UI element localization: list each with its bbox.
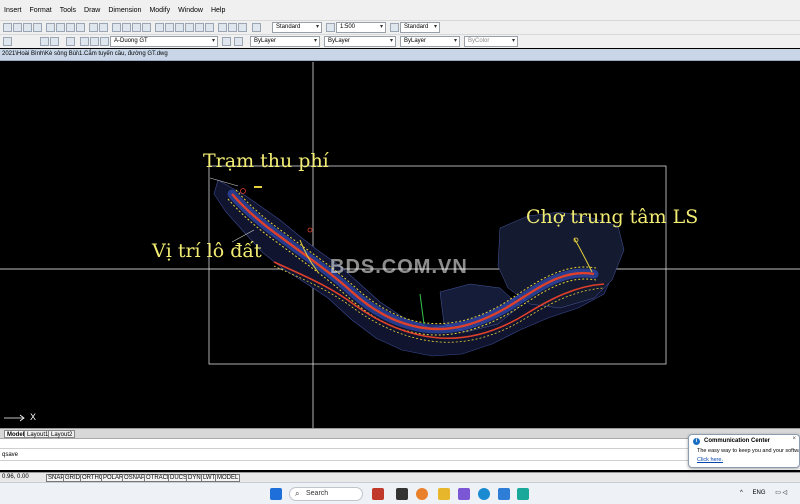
copy-icon[interactable] <box>56 23 65 32</box>
color-select[interactable]: ByLayer <box>250 36 320 47</box>
new-icon[interactable] <box>3 23 12 32</box>
status-bar: 0.96, 0.00 SNAP GRID ORTHO POLAR OSNAP O… <box>0 472 800 482</box>
dimension-style-icon[interactable] <box>326 23 335 32</box>
coordinate-readout: 0.96, 0.00 <box>2 474 29 480</box>
edge-icon[interactable] <box>478 488 490 500</box>
tool-palettes-icon[interactable] <box>175 23 184 32</box>
markup-icon[interactable] <box>195 23 204 32</box>
lineweight-select[interactable]: ByLayer <box>400 36 460 47</box>
menu-bar: Insert Format Tools Draw Dimension Modif… <box>0 0 800 20</box>
store-icon[interactable] <box>498 488 510 500</box>
layer-make-current-icon[interactable] <box>222 37 231 46</box>
help-icon[interactable] <box>218 23 227 32</box>
network-icon[interactable]: ▭ <box>775 490 781 496</box>
layer-select[interactable]: A-Duong GT <box>110 36 218 47</box>
drawing-file-path: 2021\Hoài Bình\Kè sông Bùi\1.Cắm tuyến c… <box>2 51 168 57</box>
menu-window[interactable]: Window <box>178 7 203 14</box>
menu-tools[interactable]: Tools <box>60 7 76 14</box>
undo-icon[interactable] <box>89 23 98 32</box>
drawing-title-bar: 2021\Hoài Bình\Kè sông Bùi\1.Cắm tuyến c… <box>0 49 800 61</box>
tab-layout2[interactable]: Layout2 <box>48 430 76 438</box>
command-input-line <box>0 460 800 461</box>
chrome-icon[interactable] <box>416 488 428 500</box>
calculator-icon[interactable] <box>205 23 214 32</box>
volume-icon[interactable]: ◁ <box>783 490 788 496</box>
pan-icon[interactable] <box>112 23 121 32</box>
zoom-previous-icon[interactable] <box>142 23 151 32</box>
system-tray: ^ ENG ▭ ◁ <box>740 489 787 496</box>
toll-station-label: Trạm thu phí <box>203 150 329 172</box>
scale-select[interactable]: 1:500 <box>336 22 386 33</box>
zoom-window-icon[interactable] <box>132 23 141 32</box>
match-properties-icon[interactable] <box>76 23 85 32</box>
menu-format[interactable]: Format <box>30 7 52 14</box>
file-explorer-icon[interactable] <box>438 488 450 500</box>
layers-toolbar: A-Duong GT ByLayer ByLayer ByLayer ByCol… <box>0 34 800 48</box>
menu-insert[interactable]: Insert <box>4 7 22 14</box>
close-icon[interactable]: × <box>792 436 796 442</box>
notification-body: The easy way to keep you and your softwa… <box>697 448 799 454</box>
search-label: Search <box>306 490 329 497</box>
autocad-taskbar-icon[interactable] <box>517 488 529 500</box>
task-view-icon[interactable] <box>396 488 408 500</box>
info-icon: i <box>693 438 700 445</box>
layout-tabs: Model Layout1 Layout2 <box>0 428 800 438</box>
command-text: qsave <box>2 452 19 458</box>
make-current-icon[interactable] <box>40 37 49 46</box>
layer-lock-icon[interactable] <box>100 37 109 46</box>
properties-icon[interactable] <box>155 23 164 32</box>
land-lot-label: Vị trí lô đất <box>152 240 262 262</box>
design-center-icon[interactable] <box>165 23 174 32</box>
layer-previous-icon[interactable] <box>50 37 59 46</box>
table-style-icon[interactable] <box>390 23 399 32</box>
text-style-icon[interactable] <box>228 23 237 32</box>
drawing-canvas[interactable]: Trạm thu phí Vị trí lô đất Chợ trung tâm… <box>0 62 800 428</box>
ucs-x-label: X <box>30 412 37 422</box>
zoom-realtime-icon[interactable] <box>122 23 131 32</box>
news-widget-icon[interactable] <box>372 488 384 500</box>
menu-draw[interactable]: Draw <box>84 7 100 14</box>
teams-icon[interactable] <box>458 488 470 500</box>
text-icon[interactable] <box>252 23 261 32</box>
plotstyle-select[interactable]: ByColor <box>464 36 518 47</box>
ucs-icon <box>4 414 25 422</box>
notification-link[interactable]: Click here. <box>697 457 723 463</box>
plot-icon[interactable] <box>33 23 42 32</box>
dim-style-select[interactable]: Standard <box>400 22 440 33</box>
search-icon: ⌕ <box>295 489 300 498</box>
sheet-set-icon[interactable] <box>185 23 194 32</box>
menu-help[interactable]: Help <box>211 7 225 14</box>
cut-icon[interactable] <box>46 23 55 32</box>
model-toggle[interactable]: MODEL <box>215 474 241 482</box>
taskbar-search[interactable]: ⌕ Search <box>289 487 363 501</box>
windows-start-icon[interactable] <box>270 488 282 500</box>
taskbar: ⌕ Search ^ ENG ▭ ◁ <box>0 482 800 504</box>
standard-toolbar: Standard 1:500 Standard <box>0 20 800 34</box>
text-style-select[interactable]: Standard <box>272 22 322 33</box>
market-label: Chợ trung tâm LS <box>526 206 699 228</box>
linetype-select[interactable]: ByLayer <box>324 36 396 47</box>
save-icon[interactable] <box>23 23 32 32</box>
layer-on-icon[interactable] <box>80 37 89 46</box>
language-indicator[interactable]: ENG <box>753 490 766 496</box>
layer-state-icon[interactable] <box>66 37 75 46</box>
watermark: BDS.COM.VN <box>330 256 468 278</box>
tray-chevron-icon[interactable]: ^ <box>740 490 743 496</box>
dim-style-icon[interactable] <box>238 23 247 32</box>
paste-icon[interactable] <box>66 23 75 32</box>
menu-dimension[interactable]: Dimension <box>108 7 141 14</box>
command-history-line <box>0 448 800 449</box>
drawing-svg <box>0 62 800 428</box>
open-icon[interactable] <box>13 23 22 32</box>
command-window[interactable]: qsave <box>0 438 800 470</box>
layer-freeze-icon[interactable] <box>90 37 99 46</box>
layer-manager-icon[interactable] <box>3 37 12 46</box>
redo-icon[interactable] <box>99 23 108 32</box>
layer-match-icon[interactable] <box>234 37 243 46</box>
notification-title: Communication Center <box>704 438 771 444</box>
menu-modify[interactable]: Modify <box>149 7 170 14</box>
communication-center-popup: i Communication Center × The easy way to… <box>688 434 800 468</box>
